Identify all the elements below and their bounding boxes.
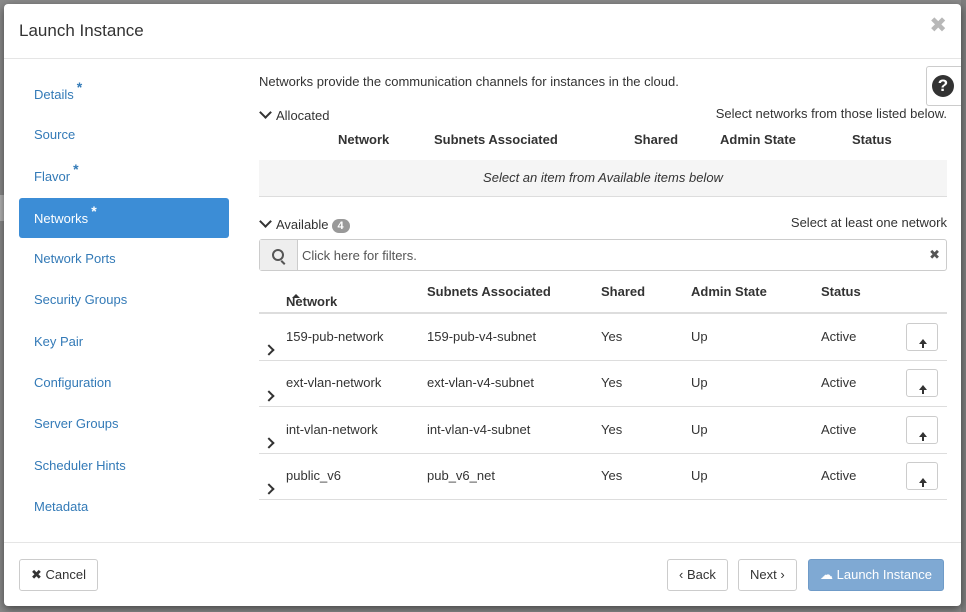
cell-subnets: ext-vlan-v4-subnet [427, 375, 534, 390]
filter-bar: ✖ [259, 239, 947, 271]
modal-footer: ✖ Cancel ‹ Back Next › ☁ Launch Instance [4, 542, 961, 606]
cell-admin-state: Up [691, 422, 708, 437]
search-icon [272, 249, 284, 261]
next-button[interactable]: Next › [738, 559, 797, 591]
nav-item-details[interactable]: Details * [19, 74, 229, 114]
close-icon[interactable]: ✖ [929, 15, 947, 36]
column-header: Shared [634, 132, 679, 147]
arrow-up-icon [919, 339, 927, 348]
table-row: public_v6 pub_v6_net Yes Up Active [259, 453, 947, 500]
clear-filter-icon[interactable]: ✖ [929, 247, 940, 263]
required-marker: * [73, 161, 79, 177]
help-button[interactable]: ? [926, 66, 961, 106]
allocate-button[interactable] [906, 369, 938, 397]
arrow-up-icon [919, 385, 927, 394]
nav-item-flavor[interactable]: Flavor * [19, 156, 229, 196]
available-table-header: Network Subnets Associated Shared Admin … [259, 274, 947, 314]
cell-subnets: int-vlan-v4-subnet [427, 422, 531, 437]
nav-item-scheduler-hints[interactable]: Scheduler Hints [19, 446, 229, 486]
required-marker: * [91, 203, 97, 219]
allocate-button[interactable] [906, 416, 938, 444]
chevron-right-icon: › [780, 567, 785, 582]
column-header: Subnets Associated [434, 132, 558, 147]
column-header: Admin State [691, 284, 767, 299]
allocated-empty-row: Select an item from Available items belo… [259, 160, 947, 197]
available-toggle[interactable]: Available 4 [259, 215, 350, 233]
cell-subnets: pub_v6_net [427, 468, 495, 483]
modal-title: Launch Instance [19, 21, 144, 40]
chevron-right-icon [263, 437, 275, 449]
cell-status: Active [821, 329, 857, 344]
cell-status: Active [821, 375, 857, 390]
nav-item-key-pair[interactable]: Key Pair [19, 322, 229, 362]
backdrop [961, 0, 966, 612]
available-hint: Select at least one network [790, 215, 947, 230]
nav-item-configuration[interactable]: Configuration [19, 363, 229, 403]
allocated-toggle[interactable]: Allocated [259, 106, 329, 123]
table-row: 159-pub-network 159-pub-v4-subnet Yes Up… [259, 314, 947, 361]
cloud-upload-icon: ☁ [820, 567, 833, 582]
cell-shared: Yes [601, 422, 623, 437]
allocated-hint: Select networks from those listed below. [715, 106, 947, 121]
filter-input[interactable] [298, 240, 926, 270]
cell-network: ext-vlan-network [286, 375, 382, 390]
cancel-icon: ✖ [31, 567, 42, 582]
available-count-badge: 4 [331, 219, 350, 233]
cancel-button[interactable]: ✖ Cancel [19, 559, 98, 591]
nav-item-source[interactable]: Source [19, 115, 229, 155]
table-row: ext-vlan-network ext-vlan-v4-subnet Yes … [259, 360, 947, 407]
chevron-down-icon [259, 215, 272, 228]
column-header: Status [852, 132, 892, 147]
table-row: int-vlan-network int-vlan-v4-subnet Yes … [259, 407, 947, 454]
nav-item-network-ports[interactable]: Network Ports [19, 239, 229, 279]
cell-shared: Yes [601, 375, 623, 390]
sort-ascending-icon [292, 294, 300, 298]
cell-shared: Yes [601, 468, 623, 483]
launch-instance-button[interactable]: ☁ Launch Instance [808, 559, 945, 591]
search-addon [260, 240, 298, 270]
column-header: Subnets Associated [427, 284, 551, 299]
allocated-table-header: Network Subnets Associated Shared Admin … [259, 122, 947, 162]
chevron-down-icon [259, 106, 272, 119]
modal-header: Launch Instance ✖ [4, 4, 961, 59]
chevron-right-icon [263, 344, 275, 356]
required-marker: * [76, 79, 83, 95]
cell-admin-state: Up [691, 468, 708, 483]
column-header: Admin State [720, 132, 796, 147]
cell-status: Active [821, 468, 857, 483]
nav-item-networks[interactable]: Networks * [19, 198, 229, 238]
chevron-right-icon [263, 483, 275, 495]
allocate-button[interactable] [906, 462, 938, 490]
back-button[interactable]: ‹ Back [667, 559, 728, 591]
arrow-up-icon [919, 432, 927, 441]
nav-item-metadata[interactable]: Metadata [19, 487, 229, 527]
step-description: Networks provide the communication chann… [259, 74, 679, 89]
chevron-left-icon: ‹ [679, 567, 684, 582]
cell-shared: Yes [601, 329, 623, 344]
cell-admin-state: Up [691, 329, 708, 344]
allocate-button[interactable] [906, 323, 938, 351]
column-header: Shared [601, 284, 646, 299]
cell-admin-state: Up [691, 375, 708, 390]
chevron-right-icon [263, 390, 275, 402]
cell-network: 159-pub-network [286, 329, 384, 344]
nav-item-security-groups[interactable]: Security Groups [19, 280, 229, 320]
cell-subnets: 159-pub-v4-subnet [427, 329, 537, 344]
arrow-up-icon [919, 478, 927, 487]
launch-instance-modal: Launch Instance ✖ Details * Source Flavor… [4, 4, 961, 606]
nav-item-server-groups[interactable]: Server Groups [19, 404, 229, 444]
column-header: Network [338, 132, 390, 147]
help-icon: ? [932, 75, 954, 97]
cell-status: Active [821, 422, 857, 437]
cell-network: public_v6 [286, 468, 341, 483]
cell-network: int-vlan-network [286, 422, 378, 437]
column-header: Status [821, 284, 861, 299]
